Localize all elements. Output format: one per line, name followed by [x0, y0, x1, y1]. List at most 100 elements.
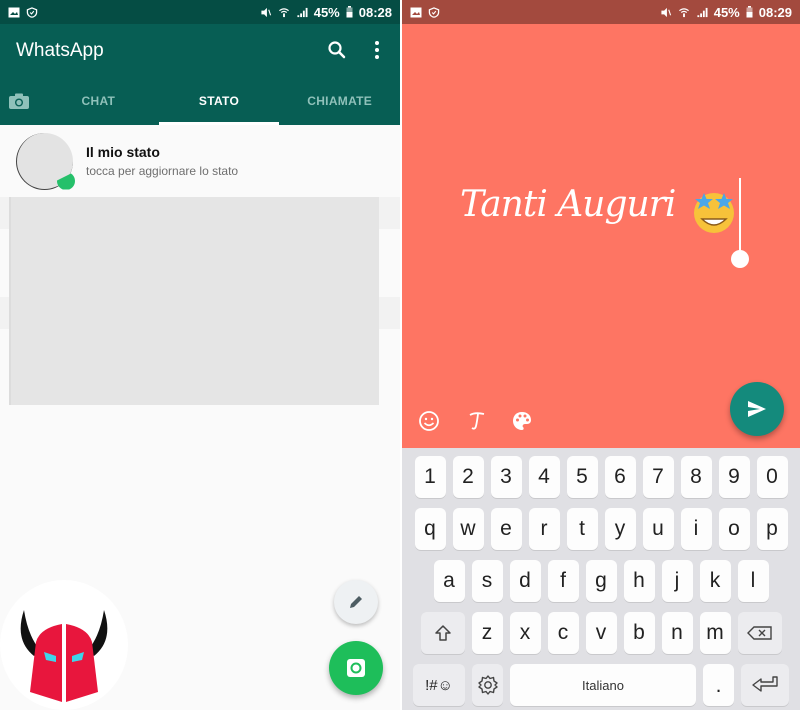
status-bar: 45% 08:29: [402, 0, 800, 24]
font-icon: [469, 412, 485, 430]
tab-chiamate[interactable]: CHIAMATE: [279, 77, 400, 125]
key-4[interactable]: 4: [528, 456, 560, 498]
my-status-subtitle: tocca per aggiornare lo stato: [86, 164, 239, 178]
keyboard-row-1: q w e r t y u i o p: [406, 508, 796, 550]
app-title: WhatsApp: [16, 40, 104, 61]
key-6[interactable]: 6: [604, 456, 636, 498]
status-canvas[interactable]: Tanti Auguri: [402, 24, 800, 448]
text-cursor: [739, 178, 741, 256]
star-struck-emoji-icon: [694, 193, 734, 233]
key-l[interactable]: l: [737, 560, 769, 602]
key-v[interactable]: v: [585, 612, 617, 654]
enter-icon: [752, 676, 778, 692]
key-r[interactable]: r: [528, 508, 560, 550]
send-icon: [748, 401, 766, 417]
key-2[interactable]: 2: [452, 456, 484, 498]
font-button[interactable]: [464, 408, 490, 434]
gallery-icon: [8, 7, 20, 17]
key-b[interactable]: b: [623, 612, 655, 654]
screenshot-root: 45% 08:28 WhatsApp CHAT STATO CHIAMATE I…: [0, 0, 800, 710]
key-0[interactable]: 0: [756, 456, 788, 498]
cursor-handle[interactable]: [731, 250, 749, 268]
key-q[interactable]: q: [414, 508, 446, 550]
my-status-title: Il mio stato: [86, 144, 160, 160]
battery-icon: [746, 6, 753, 18]
key-d[interactable]: d: [509, 560, 541, 602]
shield-icon: [428, 6, 440, 18]
battery-percent: 45%: [713, 4, 740, 20]
tab-chat[interactable]: CHAT: [38, 77, 159, 125]
key-g[interactable]: g: [585, 560, 617, 602]
search-button[interactable]: [325, 38, 349, 62]
key-p[interactable]: p: [756, 508, 788, 550]
search-icon: [328, 41, 346, 59]
wifi-icon: [278, 7, 289, 17]
key-t[interactable]: t: [566, 508, 598, 550]
key-y[interactable]: y: [604, 508, 636, 550]
key-u[interactable]: u: [642, 508, 674, 550]
shift-key[interactable]: [420, 612, 465, 654]
settings-key[interactable]: [472, 664, 503, 706]
key-7[interactable]: 7: [642, 456, 674, 498]
space-key[interactable]: Italiano: [510, 664, 696, 706]
symbols-key[interactable]: !#☺: [413, 664, 465, 706]
key-o[interactable]: o: [718, 508, 750, 550]
mute-icon: [661, 7, 671, 17]
key-9[interactable]: 9: [718, 456, 750, 498]
enter-key[interactable]: [741, 664, 789, 706]
key-j[interactable]: j: [661, 560, 693, 602]
key-a[interactable]: a: [433, 560, 465, 602]
backspace-icon: [746, 626, 772, 640]
my-status-row[interactable]: Il mio stato tocca per aggiornare lo sta…: [0, 125, 400, 197]
keyboard-row-3: z x c v b n m: [406, 612, 796, 654]
shield-icon: [26, 6, 38, 18]
key-n[interactable]: n: [661, 612, 693, 654]
gear-icon: [477, 675, 498, 695]
whatsapp-status-screen: 45% 08:28 WhatsApp CHAT STATO CHIAMATE I…: [0, 0, 400, 710]
key-5[interactable]: 5: [566, 456, 598, 498]
color-button[interactable]: [509, 408, 535, 434]
key-z[interactable]: z: [471, 612, 503, 654]
emoji-icon: [419, 411, 439, 431]
avatar: [16, 132, 75, 190]
key-3[interactable]: 3: [490, 456, 522, 498]
app-bar: WhatsApp CHAT STATO CHIAMATE: [0, 24, 400, 125]
key-w[interactable]: w: [452, 508, 484, 550]
content-placeholder: [0, 197, 400, 407]
camera-status-button[interactable]: [329, 641, 383, 695]
backspace-key[interactable]: [737, 612, 782, 654]
key-1[interactable]: 1: [414, 456, 446, 498]
camera-icon: [9, 93, 29, 109]
keyboard: 1 2 3 4 5 6 7 8 9 0 q w e r t y u i o p …: [402, 448, 800, 710]
key-s[interactable]: s: [471, 560, 503, 602]
signal-icon: [297, 7, 308, 17]
tab-stato[interactable]: STATO: [158, 77, 280, 125]
period-key[interactable]: .: [703, 664, 734, 706]
key-h[interactable]: h: [623, 560, 655, 602]
mute-icon: [261, 7, 271, 17]
keyboard-row-numbers: 1 2 3 4 5 6 7 8 9 0: [406, 456, 796, 498]
text-status-button[interactable]: [334, 580, 378, 624]
tab-bar: CHAT STATO CHIAMATE: [0, 77, 400, 125]
emoji-button[interactable]: [416, 408, 442, 434]
more-options-button[interactable]: [365, 38, 389, 62]
key-i[interactable]: i: [680, 508, 712, 550]
battery-percent: 45%: [313, 4, 340, 20]
send-button[interactable]: [730, 382, 784, 436]
key-k[interactable]: k: [699, 560, 731, 602]
battery-icon: [346, 6, 353, 18]
signal-icon: [697, 7, 708, 17]
keyboard-row-4: !#☺ Italiano .: [406, 664, 796, 706]
wifi-icon: [678, 7, 689, 17]
key-e[interactable]: e: [490, 508, 522, 550]
text-status-editor-screen: 45% 08:29 Tanti Auguri 1 2 3 4 5 6 7 8 9…: [402, 0, 800, 710]
tab-camera[interactable]: [0, 77, 38, 125]
key-x[interactable]: x: [509, 612, 541, 654]
camera-icon: [347, 659, 365, 677]
status-text-input[interactable]: Tanti Auguri: [460, 184, 676, 225]
key-8[interactable]: 8: [680, 456, 712, 498]
key-c[interactable]: c: [547, 612, 579, 654]
key-m[interactable]: m: [699, 612, 731, 654]
helmet-logo-icon: [20, 610, 108, 702]
key-f[interactable]: f: [547, 560, 579, 602]
